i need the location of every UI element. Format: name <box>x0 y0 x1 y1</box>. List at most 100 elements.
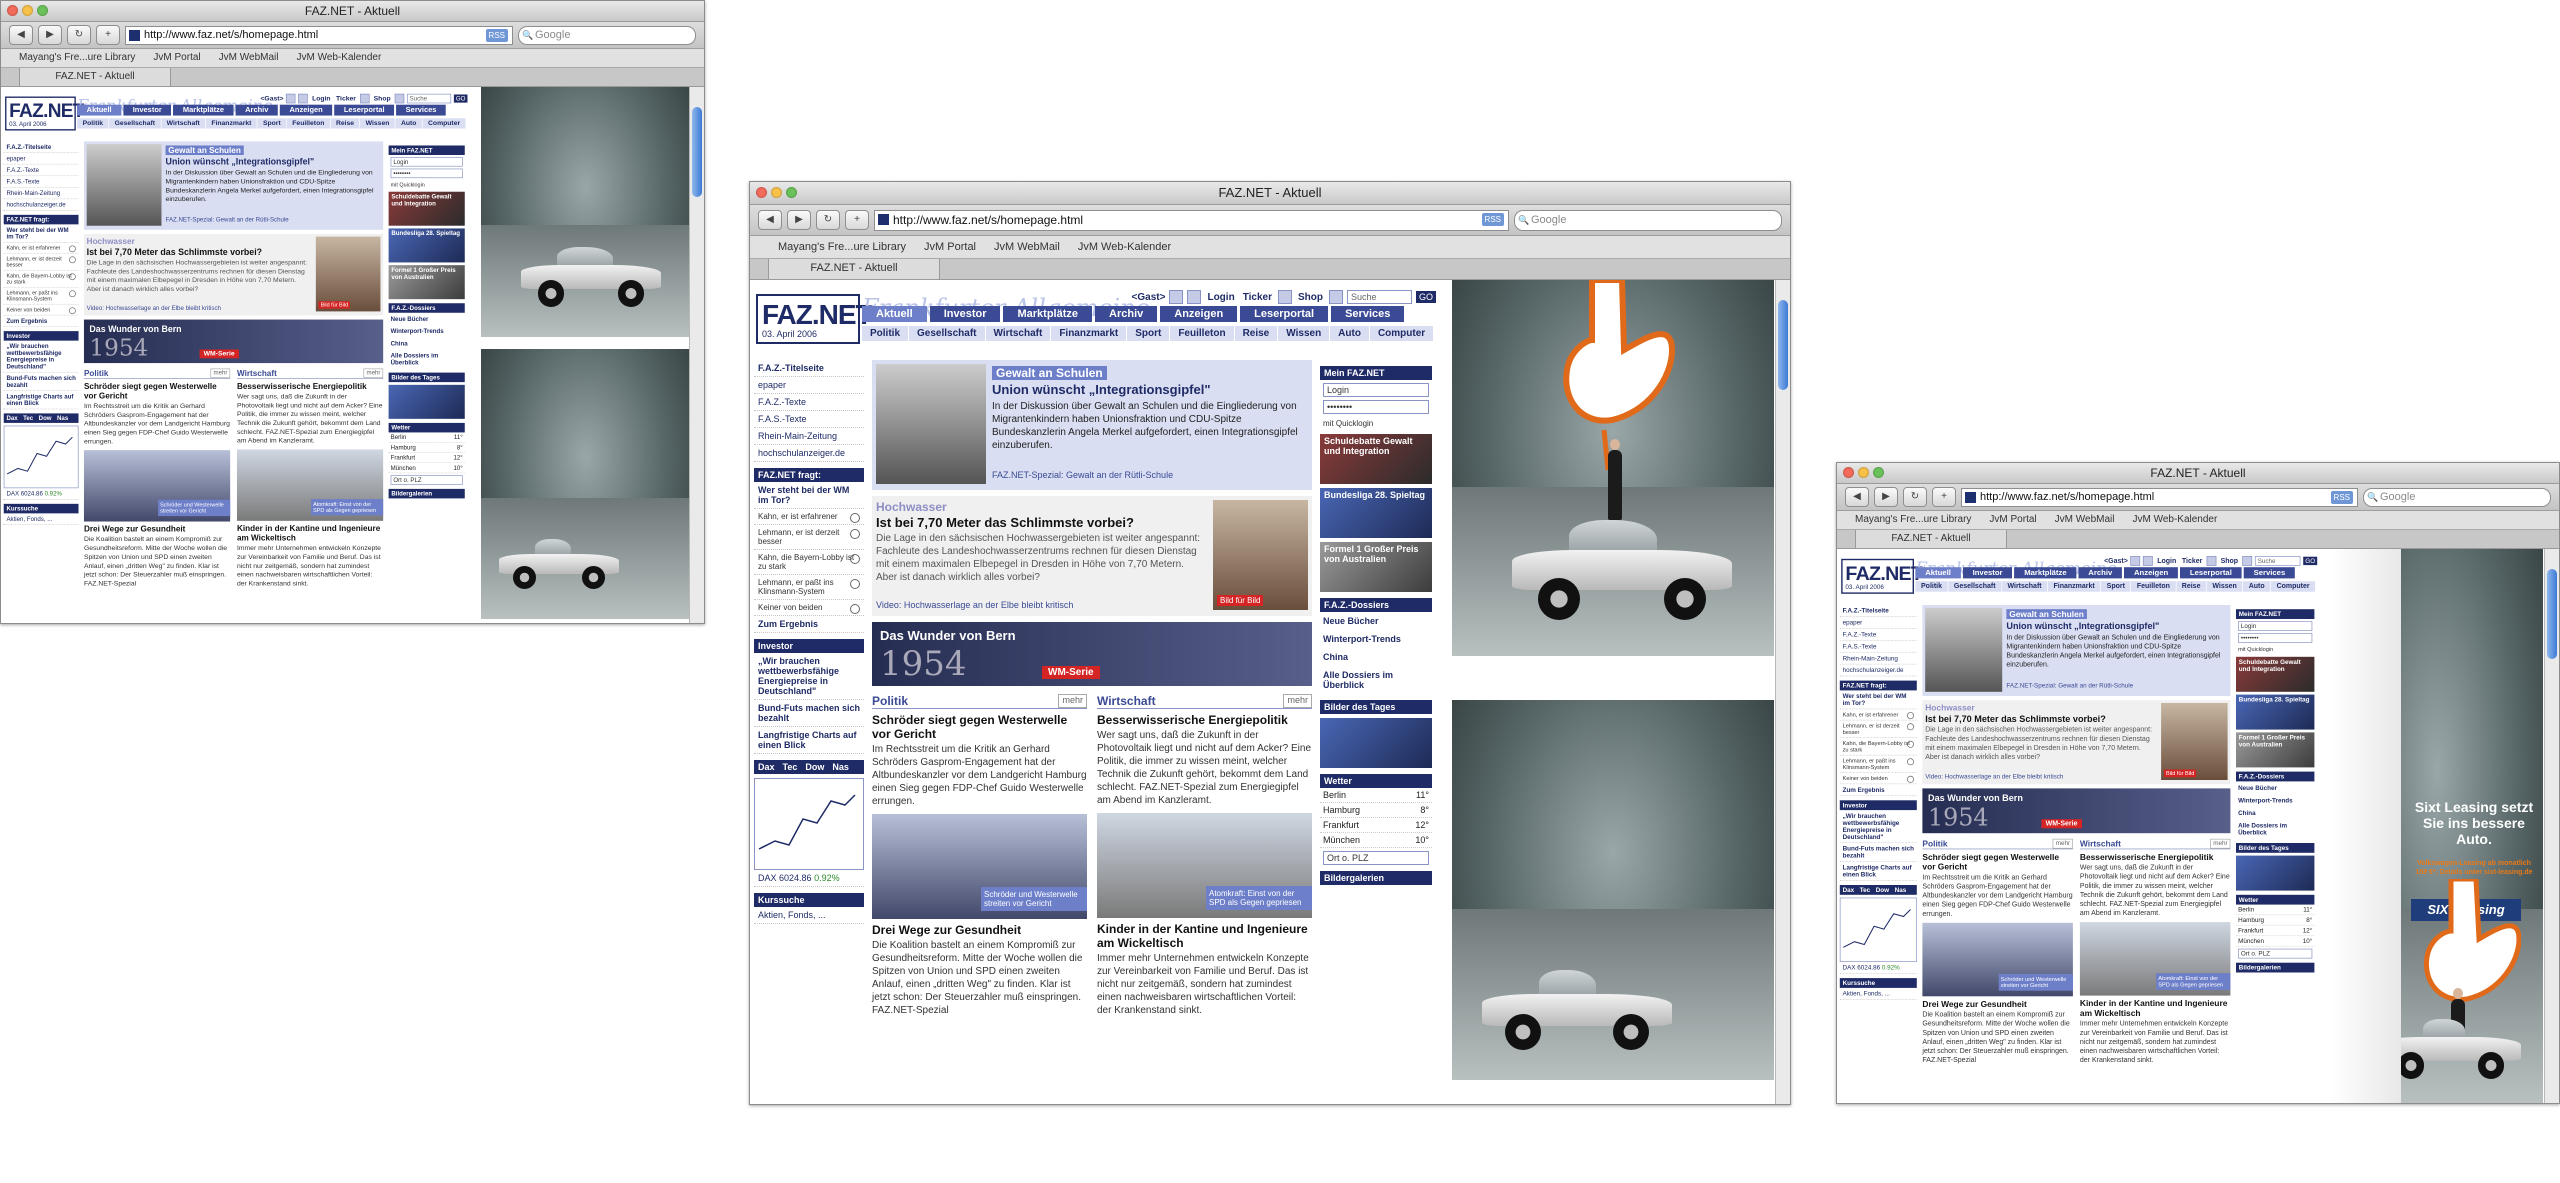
subnav-finanzmarkt[interactable]: Finanzmarkt <box>205 118 257 129</box>
nav-marktplaetze[interactable]: Marktplätze <box>2014 567 2077 579</box>
wirtschaft-more[interactable]: mehr <box>1283 694 1312 708</box>
back-button[interactable]: ◀ <box>9 25 33 45</box>
poll-option[interactable]: Kahn, die Bayern-Lobby ist zu stark <box>3 271 79 288</box>
promo-tile[interactable]: Schuldebatte Gewalt und Integration <box>2236 656 2315 692</box>
second-story[interactable]: Hochwasser Ist bei 7,70 Meter das Schlim… <box>872 496 1312 616</box>
nav-leserportal[interactable]: Leserportal <box>334 104 395 116</box>
promo-tile[interactable]: Formel 1 Großer Preis von Australien <box>2236 732 2315 768</box>
investor-link[interactable]: Bund-Futs machen sich bezahlt <box>1839 843 1917 862</box>
home-icon[interactable] <box>2130 556 2141 566</box>
bookmark-item[interactable]: Mayang's Fre...ure Library <box>778 236 906 258</box>
rss-badge[interactable]: RSS <box>2330 490 2353 504</box>
shop-link[interactable]: Shop <box>1296 292 1325 303</box>
close-icon[interactable] <box>7 5 18 16</box>
google-search-input[interactable]: Google <box>518 25 696 45</box>
wm-banner[interactable]: Das Wunder von Bern 1954 WM-Serie <box>83 319 384 364</box>
faz-logo[interactable]: FAZ.NET 03. April 2006 <box>1841 558 1923 594</box>
story2-headline[interactable]: Ist bei 7,70 Meter das Schlimmste vorbei… <box>87 247 262 257</box>
investor-link[interactable]: Langfristige Charts auf einen Blick <box>1839 862 1917 881</box>
second-story[interactable]: Hochwasser Ist bei 7,70 Meter das Schlim… <box>83 233 384 316</box>
story2-video-link[interactable]: Video: Hochwasserlage an der Elbe bleibt… <box>876 600 1073 610</box>
lead-headline[interactable]: Union wünscht „Integrationsgipfel" <box>2006 620 2159 631</box>
nav-archiv[interactable]: Archiv <box>1095 306 1158 322</box>
scrollbar[interactable] <box>2544 549 2559 1103</box>
subnav-auto[interactable]: Auto <box>1330 326 1369 341</box>
nav-investor[interactable]: Investor <box>123 104 172 116</box>
subnav-wissen[interactable]: Wissen <box>360 118 395 129</box>
login-input[interactable]: Login <box>390 157 463 167</box>
story2-caption[interactable]: Bild für Bild <box>2163 769 2197 778</box>
minimize-icon[interactable] <box>771 187 782 198</box>
rss-badge[interactable]: RSS <box>1481 212 1504 226</box>
poll-option[interactable]: Keiner von beiden <box>754 600 864 616</box>
politik-headline-2[interactable]: Drei Wege zur Gesundheit <box>84 524 230 534</box>
lead-special-link[interactable]: FAZ.NET-Spezial: Gewalt an der Rütli-Sch… <box>166 216 289 223</box>
nav-anzeigen[interactable]: Anzeigen <box>1160 306 1238 322</box>
poll-option[interactable]: Lehmann, er paßt ins Klinsmann-System <box>3 288 79 305</box>
wirtschaft-image[interactable]: Atomkraft: Einst von der SPD als Gegen g… <box>236 449 384 521</box>
scrollbar[interactable] <box>1775 280 1790 1104</box>
home-icon[interactable] <box>286 93 296 104</box>
tab-dax[interactable]: Dax <box>1843 886 1855 893</box>
subnav-sport[interactable]: Sport <box>257 118 287 129</box>
wirtschaft-more[interactable]: mehr <box>2210 838 2231 849</box>
wirtschaft-headline[interactable]: Besserwisserische Energiepolitik <box>237 381 383 391</box>
dossier-link[interactable]: Alle Dossiers im Überblick <box>389 349 465 368</box>
add-bookmark-button[interactable]: + <box>1932 487 1956 507</box>
story2-caption[interactable]: Bild für Bild <box>318 301 351 309</box>
tab-tec[interactable]: Tec <box>1860 886 1870 893</box>
nav-archiv[interactable]: Archiv <box>2078 567 2123 579</box>
politik-image[interactable]: Schröder und Westerwelle streiten vor Ge… <box>1922 922 2073 997</box>
ticker-link[interactable]: Ticker <box>2180 557 2203 565</box>
subnav-gesellschaft[interactable]: Gesellschaft <box>1948 581 2002 592</box>
rhein-main-link[interactable]: Rhein-Main-Zeitung <box>754 428 864 445</box>
rss-badge[interactable]: RSS <box>485 28 508 42</box>
investor-link[interactable]: „Wir brauchen wettbewerbsfähige Energiep… <box>754 653 864 700</box>
promo-tile[interactable]: Bundesliga 28. Spieltag <box>1320 488 1432 538</box>
nav-investor[interactable]: Investor <box>1962 567 2013 579</box>
politik-headline[interactable]: Schröder siegt gegen Westerwelle vor Ger… <box>872 713 1087 741</box>
poll-result-link[interactable]: Zum Ergebnis <box>1839 784 1917 797</box>
story2-image[interactable]: Bild für Bild <box>315 236 381 312</box>
site-search-button[interactable]: GO <box>2303 556 2318 566</box>
subnav-finanzmarkt[interactable]: Finanzmarkt <box>1051 326 1127 341</box>
investor-link[interactable]: Bund-Futs machen sich bezahlt <box>754 700 864 727</box>
bookmark-item[interactable]: JvM Portal <box>1989 511 2036 529</box>
subnav-reise[interactable]: Reise <box>2176 581 2207 592</box>
poll-option[interactable]: Kahn, die Bayern-Lobby ist zu stark <box>754 550 864 575</box>
poll-option[interactable]: Kahn, er ist erfahrener <box>3 243 79 254</box>
lead-special-link[interactable]: FAZ.NET-Spezial: Gewalt an der Rütli-Sch… <box>2006 682 2133 689</box>
nav-anzeigen[interactable]: Anzeigen <box>2124 567 2179 579</box>
subnav-auto[interactable]: Auto <box>395 118 422 129</box>
subnav-computer[interactable]: Computer <box>1369 326 1434 341</box>
reload-button[interactable]: ↻ <box>67 25 91 45</box>
minimize-icon[interactable] <box>22 5 33 16</box>
nav-aktuell[interactable]: Aktuell <box>862 306 927 322</box>
tab-nas[interactable]: Nas <box>57 415 68 422</box>
nav-aktuell[interactable]: Aktuell <box>1915 567 1961 579</box>
wirtschaft-headline[interactable]: Besserwisserische Energiepolitik <box>2080 852 2231 862</box>
faz-logo[interactable]: FAZ.NET 03. April 2006 <box>5 96 84 131</box>
nav-aktuell[interactable]: Aktuell <box>77 104 122 116</box>
lead-story[interactable]: Gewalt an Schulen Union wünscht „Integra… <box>872 360 1312 490</box>
bookmark-item[interactable]: JvM WebMail <box>994 236 1060 258</box>
poll-result-link[interactable]: Zum Ergebnis <box>754 616 864 633</box>
google-search-input[interactable]: Google <box>1514 209 1782 231</box>
subnav-wirtschaft[interactable]: Wirtschaft <box>985 326 1051 341</box>
hochschulanzeiger-link[interactable]: hochschulanzeiger.de <box>1839 665 1917 677</box>
dossier-link[interactable]: Neue Bücher <box>2236 781 2314 794</box>
tab-nas[interactable]: Nas <box>832 762 849 772</box>
promo-tile[interactable]: Bundesliga 28. Spieltag <box>2236 694 2315 730</box>
forward-button[interactable]: ▶ <box>38 25 62 45</box>
add-bookmark-button[interactable]: + <box>96 25 120 45</box>
bookmark-item[interactable]: Mayang's Fre...ure Library <box>19 49 135 67</box>
lead-special-link[interactable]: FAZ.NET-Spezial: Gewalt an der Rütli-Sch… <box>992 470 1173 480</box>
promo-tile[interactable]: Schuldebatte Gewalt und Integration <box>388 191 465 226</box>
home-icon[interactable] <box>1169 290 1184 304</box>
wm-banner[interactable]: Das Wunder von Bern 1954 WM-Serie <box>872 622 1312 686</box>
minimize-icon[interactable] <box>1858 467 1869 478</box>
rhein-main-link[interactable]: Rhein-Main-Zeitung <box>1839 653 1917 665</box>
back-button[interactable]: ◀ <box>1845 487 1869 507</box>
address-bar[interactable]: http://www.faz.net/s/homepage.html RSS <box>125 25 513 45</box>
quicklogin-checkbox[interactable]: mit Quicklogin <box>1320 417 1432 430</box>
